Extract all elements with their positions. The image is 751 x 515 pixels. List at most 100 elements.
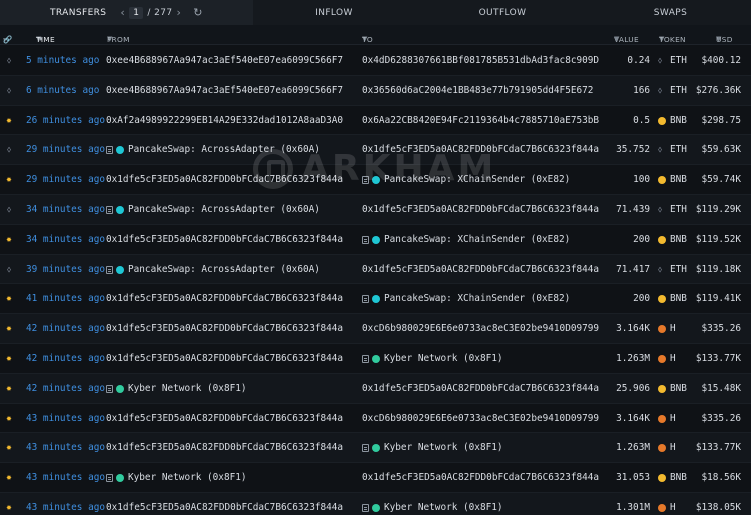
tab-inflow[interactable]: INFLOW — [253, 0, 415, 25]
time-link[interactable]: 42 minutes ago — [26, 353, 105, 364]
token-cell[interactable]: H — [658, 324, 676, 334]
time-link[interactable]: 42 minutes ago — [26, 383, 105, 394]
page-number[interactable]: 1 — [129, 6, 144, 19]
document-icon — [106, 146, 113, 155]
from-address[interactable]: 0x1dfe5cF3ED5a0AC82FDD0bFCdaC7B6C6323f84… — [106, 234, 343, 245]
entity-name: PancakeSwap: AcrossAdapter (0x60A) — [128, 203, 320, 215]
table-row[interactable]: ✸ 43 minutes ago Kyber Network (0x8F1) 0x1d… — [0, 463, 751, 493]
to-address[interactable]: Kyber Network (0x8F1) — [362, 502, 503, 515]
token-cell[interactable]: BNB — [658, 294, 687, 304]
token-cell[interactable]: ⬨ ETH — [658, 264, 687, 275]
to-address[interactable]: Kyber Network (0x8F1) — [362, 353, 503, 366]
table-row[interactable]: ✸ 29 minutes ago 0x1dfe5cF3ED5a0AC82FDD0bF… — [0, 165, 751, 195]
table-row[interactable]: ✸ 43 minutes ago 0x1dfe5cF3ED5a0AC82FDD0bF… — [0, 433, 751, 464]
from-address[interactable]: PancakeSwap: AcrossAdapter (0x60A) — [106, 264, 320, 277]
token-cell[interactable]: BNB — [658, 115, 687, 126]
time-link[interactable]: 41 minutes ago — [26, 294, 105, 304]
time-link[interactable]: 43 minutes ago — [26, 502, 105, 513]
table-row[interactable]: ✸ 43 minutes ago 0x1dfe5cF3ED5a0AC82FDD0bF… — [0, 404, 751, 434]
refresh-icon[interactable]: ↻ — [193, 6, 203, 19]
time-link[interactable]: 29 minutes ago — [26, 175, 105, 185]
token-cell[interactable]: H — [658, 502, 676, 513]
token-cell[interactable]: H — [658, 413, 676, 424]
time-link[interactable]: 26 minutes ago — [26, 115, 105, 126]
eth-token-icon: ⬨ — [658, 145, 663, 156]
table-row[interactable]: ✸ 41 minutes ago 0x1dfe5cF3ED5a0AC82FDD0bF… — [0, 284, 751, 315]
table-row[interactable]: ✸ 42 minutes ago Kyber Network (0x8F1) 0x1d… — [0, 373, 751, 404]
table-row[interactable]: ✸ 43 minutes ago 0x1dfe5cF3ED5a0AC82FDD0bF… — [0, 492, 751, 515]
token-cell[interactable]: H — [658, 443, 676, 453]
table-row[interactable]: ⬨ 29 minutes ago PancakeSwap: AcrossAdapte… — [0, 135, 751, 166]
to-address[interactable]: PancakeSwap: XChainSender (0xE82) — [362, 234, 570, 247]
token-cell[interactable]: ⬨ ETH — [658, 145, 687, 155]
from-address[interactable]: Kyber Network (0x8F1) — [106, 473, 247, 485]
from-address[interactable]: 0x1dfe5cF3ED5a0AC82FDD0bFCdaC7B6C6323f84… — [106, 413, 343, 424]
time-link[interactable]: 34 minutes ago — [26, 234, 105, 245]
token-cell[interactable]: ⬨ ETH — [658, 85, 687, 96]
table-row[interactable]: ⬨ 39 minutes ago PancakeSwap: AcrossAdapte… — [0, 254, 751, 285]
to-address[interactable]: 0x1dfe5cF3ED5a0AC82FDD0bFCdaC7B6C6323f84… — [362, 473, 599, 483]
table-row[interactable]: ✸ 42 minutes ago 0x1dfe5cF3ED5a0AC82FDD0bF… — [0, 314, 751, 344]
document-icon — [106, 474, 113, 483]
table-row[interactable]: ✸ 34 minutes ago 0x1dfe5cF3ED5a0AC82FDD0bF… — [0, 225, 751, 255]
tab-outflow[interactable]: OUTFLOW — [415, 0, 590, 25]
table-row[interactable]: ✸ 26 minutes ago 0xAf2a4989922299EB14A29E3… — [0, 106, 751, 136]
table-row[interactable]: ⬨ 6 minutes ago 0xee4B688967Aa947ac3aEf540… — [0, 75, 751, 106]
from-address[interactable]: Kyber Network (0x8F1) — [106, 383, 247, 396]
from-address[interactable]: 0x1dfe5cF3ED5a0AC82FDD0bFCdaC7B6C6323f84… — [106, 353, 343, 364]
to-address[interactable]: PancakeSwap: XChainSender (0xE82) — [362, 175, 570, 187]
token-cell[interactable]: BNB — [658, 234, 687, 245]
chevron-right-icon[interactable]: › — [176, 6, 181, 19]
time-link[interactable]: 43 minutes ago — [26, 413, 105, 424]
time-link[interactable]: 43 minutes ago — [26, 473, 105, 483]
time-link[interactable]: 39 minutes ago — [26, 264, 105, 275]
time-link[interactable]: 43 minutes ago — [26, 443, 105, 453]
token-cell[interactable]: BNB — [658, 383, 687, 394]
to-address[interactable]: 0xcD6b980029E6E6e0733ac8eC3E02be9410D097… — [362, 324, 599, 334]
ethereum-chain-icon: ⬨ — [6, 85, 12, 96]
entity-name: Kyber Network (0x8F1) — [384, 442, 503, 454]
table-row[interactable]: ⬨ 34 minutes ago PancakeSwap: AcrossAdapte… — [0, 194, 751, 225]
token-cell[interactable]: ⬨ ETH — [658, 56, 687, 66]
chevron-left-icon[interactable]: ‹ — [120, 6, 125, 19]
from-address[interactable]: 0xee4B688967Aa947ac3aEf540eE07ea6099C566… — [106, 85, 343, 96]
column-value[interactable]: VALUE ▼ — [614, 30, 639, 44]
from-address[interactable]: 0x1dfe5cF3ED5a0AC82FDD0bFCdaC7B6C6323f84… — [106, 175, 343, 185]
time-link[interactable]: 42 minutes ago — [26, 324, 105, 334]
pancakeswap-logo-icon — [372, 295, 380, 304]
token-cell[interactable]: BNB — [658, 175, 687, 185]
from-address[interactable]: PancakeSwap: AcrossAdapter (0x60A) — [106, 145, 320, 157]
to-address[interactable]: 0x1dfe5cF3ED5a0AC82FDD0bFCdaC7B6C6323f84… — [362, 204, 599, 215]
table-row[interactable]: ✸ 42 minutes ago 0x1dfe5cF3ED5a0AC82FDD0bF… — [0, 344, 751, 374]
to-address[interactable]: 0x4dD6288307661BBf081785B531dbAd3fac8c90… — [362, 56, 599, 66]
to-address[interactable]: 0xcD6b980029E6E6e0733ac8eC3E02be9410D097… — [362, 413, 599, 424]
to-address[interactable]: Kyber Network (0x8F1) — [362, 443, 503, 455]
token-cell[interactable]: ⬨ ETH — [658, 204, 687, 215]
token-cell[interactable]: BNB — [658, 473, 687, 483]
table-row[interactable]: ⬨ 5 minutes ago 0xee4B688967Aa947ac3aEf540… — [0, 46, 751, 76]
from-address[interactable]: 0xee4B688967Aa947ac3aEf540eE07ea6099C566… — [106, 56, 343, 66]
value-cell: 3.164K — [616, 412, 650, 424]
to-address[interactable]: 0x36560d6aC2004e1BB483e77b791905dd4F5E67… — [362, 85, 593, 96]
from-address[interactable]: 0xAf2a4989922299EB14A29E332dad1012A8aaD3… — [106, 115, 343, 126]
from-address[interactable]: 0x1dfe5cF3ED5a0AC82FDD0bFCdaC7B6C6323f84… — [106, 294, 343, 304]
time-link[interactable]: 34 minutes ago — [26, 204, 105, 215]
to-address[interactable]: 0x1dfe5cF3ED5a0AC82FDD0bFCdaC7B6C6323f84… — [362, 383, 599, 394]
from-address[interactable]: 0x1dfe5cF3ED5a0AC82FDD0bFCdaC7B6C6323f84… — [106, 324, 343, 334]
time-link[interactable]: 5 minutes ago — [26, 56, 99, 66]
column-direction[interactable]: ▾ 🔗 — [3, 30, 12, 44]
ethereum-chain-icon: ⬨ — [6, 204, 12, 215]
from-address[interactable]: 0x1dfe5cF3ED5a0AC82FDD0bFCdaC7B6C6323f84… — [106, 443, 343, 453]
time-link[interactable]: 29 minutes ago — [26, 145, 105, 155]
time-link[interactable]: 6 minutes ago — [26, 85, 99, 96]
token-cell[interactable]: H — [658, 353, 676, 364]
to-address[interactable]: 0x1dfe5cF3ED5a0AC82FDD0bFCdaC7B6C6323f84… — [362, 145, 599, 155]
token-symbol: BNB — [670, 472, 687, 484]
to-address[interactable]: 0x1dfe5cF3ED5a0AC82FDD0bFCdaC7B6C6323f84… — [362, 264, 599, 275]
to-address[interactable]: 0x6Aa22CB8420E94Fc2119364b4c7885710aE753… — [362, 115, 599, 126]
from-address[interactable]: PancakeSwap: AcrossAdapter (0x60A) — [106, 203, 320, 217]
tab-transfers[interactable]: TRANSFERS ‹ 1 / 277 › ↻ — [0, 0, 253, 25]
tab-swaps[interactable]: SWAPS — [590, 0, 751, 25]
to-address[interactable]: PancakeSwap: XChainSender (0xE82) — [362, 294, 570, 306]
from-address[interactable]: 0x1dfe5cF3ED5a0AC82FDD0bFCdaC7B6C6323f84… — [106, 502, 343, 513]
